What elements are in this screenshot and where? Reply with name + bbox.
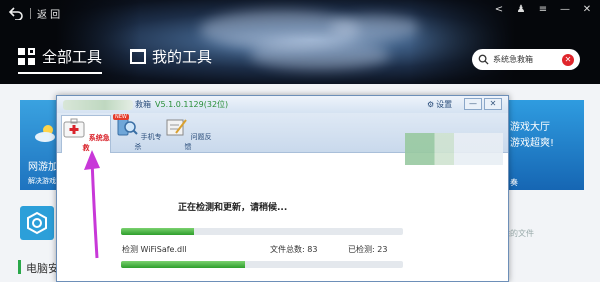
back-label: 返 回 bbox=[37, 9, 61, 21]
feedback-icon bbox=[166, 119, 188, 136]
card-subtitle: 游戏超爽! bbox=[510, 138, 555, 149]
first-aid-kit-icon bbox=[63, 118, 85, 138]
search-box[interactable]: 系统急救箱 ✕ bbox=[472, 49, 580, 70]
active-tab-indicator bbox=[18, 72, 102, 74]
dialog-close-button[interactable]: ✕ bbox=[484, 98, 502, 110]
tab-my-tools[interactable]: 我的工具 bbox=[130, 46, 212, 67]
checked-count: 已检测: 23 bbox=[348, 245, 388, 254]
dialog-minimize-button[interactable]: — bbox=[464, 98, 482, 110]
card-subtitle: 解决游戏 bbox=[28, 177, 56, 185]
total-files: 文件总数: 83 bbox=[270, 245, 318, 254]
blurred-title bbox=[63, 99, 133, 110]
divider bbox=[30, 7, 31, 19]
hexagon-tool-icon[interactable] bbox=[20, 206, 54, 240]
tool-label: 手机专杀 bbox=[134, 133, 162, 151]
current-file: 检测 WiFiSafe.dll bbox=[122, 245, 187, 254]
progress-bar-top bbox=[121, 228, 403, 235]
tab-label: 全部工具 bbox=[42, 48, 103, 66]
tab-system-rescue[interactable]: 系统急救 bbox=[61, 115, 111, 153]
share-icon[interactable]: < bbox=[492, 4, 506, 15]
section-marker bbox=[18, 260, 21, 274]
section-title: 电脑安 bbox=[26, 262, 59, 275]
dialog-title-bar[interactable]: 救箱 V5.1.0.1129(32位) ⚙ 设置 — ✕ bbox=[57, 96, 508, 113]
blurred-region bbox=[405, 133, 503, 165]
progress-bar-bottom bbox=[121, 261, 403, 268]
tab-phone-scan[interactable]: 手机专杀 bbox=[113, 115, 163, 153]
new-badge: NEW bbox=[113, 114, 129, 120]
briefcase-icon bbox=[130, 49, 146, 64]
card-footer: 奏 bbox=[510, 178, 518, 187]
tool-label: 问题反馈 bbox=[184, 133, 212, 151]
settings-label: 设置 bbox=[436, 100, 453, 109]
tab-feedback[interactable]: 问题反馈 bbox=[163, 115, 213, 153]
clear-icon[interactable]: ✕ bbox=[562, 53, 574, 66]
card-title: 网游加 bbox=[28, 162, 58, 173]
back-button[interactable]: 返 回 bbox=[8, 5, 60, 21]
window-controls: < ♟ ≡ — ✕ bbox=[492, 4, 594, 15]
tool-label: 系统急救 bbox=[82, 134, 110, 152]
minimize-icon[interactable]: — bbox=[558, 4, 572, 15]
back-arrow-icon bbox=[8, 7, 23, 20]
progress-fill bbox=[121, 261, 246, 268]
tab-label: 我的工具 bbox=[152, 48, 213, 66]
dialog-toolbar: 系统急救 手机专杀 NEW 问题反馈 bbox=[57, 113, 508, 165]
search-input[interactable]: 系统急救箱 bbox=[493, 54, 562, 65]
phone-scan-icon bbox=[117, 118, 139, 136]
progress-fill bbox=[121, 228, 195, 235]
menu-icon[interactable]: ≡ bbox=[536, 4, 550, 15]
card-title: 游戏大厅 bbox=[510, 122, 550, 133]
dialog-title: 救箱 bbox=[135, 100, 151, 109]
shirt-icon[interactable]: ♟ bbox=[514, 4, 528, 15]
progress-title: 正在检测和更新，请稍候... bbox=[178, 203, 288, 213]
gear-icon bbox=[27, 211, 47, 235]
close-icon[interactable]: ✕ bbox=[580, 4, 594, 15]
dialog-version: V5.1.0.1129(32位) bbox=[155, 100, 229, 109]
app-header: 返 回 < ♟ ≡ — ✕ 全部工具 我的工具 系统急救箱 ✕ bbox=[0, 0, 600, 84]
gear-icon: ⚙ bbox=[427, 100, 435, 109]
game-hall-card[interactable]: 游戏大厅 游戏超爽! 奏 bbox=[508, 100, 584, 190]
tab-all-tools[interactable]: 全部工具 bbox=[18, 46, 102, 67]
settings-button[interactable]: ⚙ 设置 bbox=[427, 99, 452, 110]
grid-icon bbox=[18, 47, 36, 66]
search-icon bbox=[478, 54, 489, 65]
